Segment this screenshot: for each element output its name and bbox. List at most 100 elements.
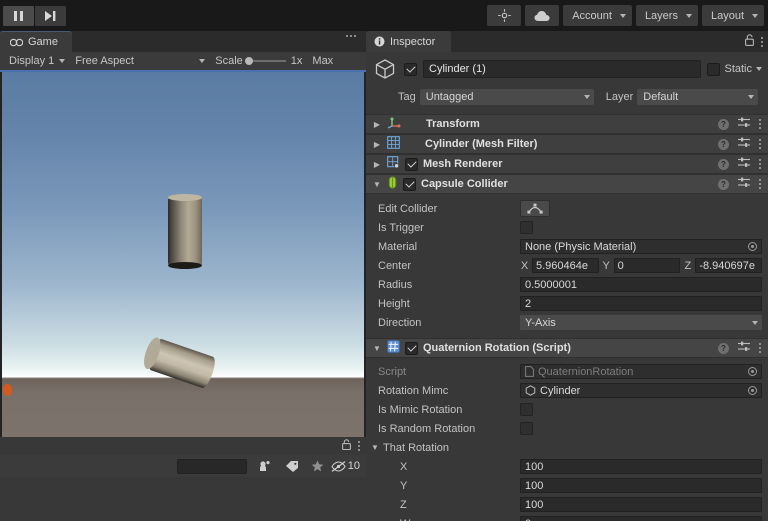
preset-icon[interactable] <box>738 137 750 151</box>
aspect-dropdown[interactable]: Free Aspect <box>70 53 210 69</box>
component-enabled-checkbox-quaternion-rotation[interactable] <box>405 341 418 355</box>
game-panel-menu-button[interactable] <box>346 35 360 37</box>
script-icon <box>387 340 400 356</box>
center-x-input[interactable]: 5.960464e <box>532 258 599 273</box>
preset-icon[interactable] <box>738 341 750 355</box>
maximize-on-play-button[interactable]: Max <box>307 53 338 69</box>
component-actions: ? <box>718 157 768 171</box>
component-menu-button[interactable] <box>759 179 761 189</box>
tag-layer-row: Tag Untagged Layer Default <box>366 86 768 108</box>
game-bottom-field[interactable] <box>176 458 247 474</box>
rotation-y-input[interactable]: 100 <box>520 478 762 493</box>
help-icon[interactable]: ? <box>718 138 729 150</box>
main-toolbar: Account Layers Layout <box>0 0 768 31</box>
script-value: QuaternionRotation <box>538 365 634 378</box>
help-icon[interactable]: ? <box>718 158 729 170</box>
game-viewport[interactable] <box>0 72 366 437</box>
rotation-z-label: Z <box>400 498 407 511</box>
is-trigger-checkbox[interactable] <box>520 221 533 234</box>
component-menu-button[interactable] <box>759 139 761 149</box>
gameobject-icon <box>525 385 536 396</box>
component-header-mesh-filter[interactable]: ▶ Cylinder (Mesh Filter) ? <box>366 134 768 154</box>
audio-icon[interactable] <box>253 457 279 475</box>
radius-input[interactable]: 0.5000001 <box>520 277 762 292</box>
tab-game[interactable]: Game <box>0 31 72 52</box>
prop-that-rotation-foldout[interactable]: ▼ That Rotation <box>366 438 768 457</box>
object-picker-icon <box>748 367 757 376</box>
component-name-quaternion-rotation: Quaternion Rotation (Script) <box>423 342 571 354</box>
object-picker-icon[interactable] <box>748 242 757 251</box>
component-menu-button[interactable] <box>759 119 761 129</box>
preset-icon[interactable] <box>738 177 750 191</box>
component-menu-button[interactable] <box>759 159 761 169</box>
rotation-x-label: X <box>400 460 408 473</box>
static-control[interactable]: Static <box>707 62 762 76</box>
rotation-mimc-object-field[interactable]: Cylinder <box>520 383 762 398</box>
help-icon[interactable]: ? <box>718 178 729 190</box>
scale-slider[interactable]: Scale 1x <box>210 53 307 69</box>
component-enabled-checkbox-capsule-collider[interactable] <box>403 177 416 191</box>
component-header-quaternion-rotation[interactable]: ▼ Quaternion Rotation (Script) ? <box>366 338 768 358</box>
chevron-right-icon[interactable]: ▶ <box>372 160 382 169</box>
chevron-down-icon <box>619 13 626 18</box>
object-picker-icon[interactable] <box>748 386 757 395</box>
chevron-down-icon[interactable]: ▼ <box>372 180 382 189</box>
lock-icon[interactable] <box>745 34 754 49</box>
tag-icon[interactable] <box>279 457 305 475</box>
chevron-down-icon[interactable]: ▼ <box>370 443 380 452</box>
radius-value: 0.5000001 <box>525 278 577 291</box>
game-view-options-button[interactable] <box>358 441 360 451</box>
layout-dropdown[interactable]: Layout <box>701 5 764 26</box>
height-value: 2 <box>525 297 532 310</box>
component-header-mesh-renderer[interactable]: ▶ Mesh Renderer ? <box>366 154 768 174</box>
scale-knob[interactable] <box>244 57 253 65</box>
pause-button[interactable] <box>3 5 34 26</box>
chevron-down-icon[interactable]: ▼ <box>372 344 382 353</box>
component-menu-button[interactable] <box>759 343 761 353</box>
chevron-down-icon[interactable] <box>756 67 762 71</box>
light-settings-icon[interactable] <box>487 5 522 26</box>
account-dropdown[interactable]: Account <box>563 5 632 26</box>
is-mimic-rotation-checkbox[interactable] <box>520 403 533 416</box>
cloud-icon[interactable] <box>525 5 560 26</box>
help-icon[interactable]: ? <box>718 118 729 130</box>
static-checkbox[interactable] <box>707 62 721 76</box>
prop-rotation-y: Y 100 <box>366 476 768 495</box>
center-y-input[interactable]: 0 <box>613 258 681 273</box>
preset-icon[interactable] <box>738 117 750 131</box>
gameobject-name-input[interactable]: Cylinder (1) <box>423 60 702 78</box>
inspector-menu-button[interactable] <box>761 36 763 47</box>
chevron-down-icon <box>685 13 692 18</box>
layers-dropdown[interactable]: Layers <box>635 5 698 26</box>
component-enabled-checkbox-mesh-renderer[interactable] <box>405 157 418 171</box>
help-icon[interactable]: ? <box>718 342 729 354</box>
chevron-right-icon[interactable]: ▶ <box>372 120 382 129</box>
step-button[interactable] <box>35 5 66 26</box>
component-header-transform[interactable]: ▶ Transform ? <box>366 114 768 134</box>
tag-dropdown[interactable]: Untagged <box>419 89 594 105</box>
that-rotation-label: That Rotation <box>383 441 450 454</box>
display-dropdown[interactable]: Display 1 <box>4 53 70 69</box>
height-input[interactable]: 2 <box>520 296 762 311</box>
component-header-capsule-collider[interactable]: ▼ Capsule Collider ? <box>366 174 768 194</box>
lock-icon[interactable] <box>342 439 351 453</box>
edit-collider-button[interactable] <box>520 200 550 217</box>
rotation-z-value: 100 <box>525 498 544 511</box>
star-icon[interactable] <box>305 457 331 475</box>
tab-inspector[interactable]: Inspector <box>366 31 452 52</box>
rotation-w-input[interactable]: 0 <box>520 516 762 521</box>
is-random-rotation-checkbox[interactable] <box>520 422 533 435</box>
center-z-input[interactable]: -8.940697e <box>695 258 763 273</box>
scale-track[interactable] <box>244 57 286 65</box>
rotation-x-input[interactable]: 100 <box>520 459 762 474</box>
layer-dropdown[interactable]: Default <box>637 89 758 105</box>
direction-dropdown[interactable]: Y-Axis <box>520 315 762 330</box>
hidden-objects-counter[interactable]: 10 <box>331 460 364 472</box>
rotation-z-input[interactable]: 100 <box>520 497 762 512</box>
preset-icon[interactable] <box>738 157 750 171</box>
gameobject-enabled-checkbox[interactable] <box>404 62 417 76</box>
prop-rotation-w: W 0 <box>366 514 768 521</box>
chevron-right-icon[interactable]: ▶ <box>372 140 382 149</box>
material-object-field[interactable]: None (Physic Material) <box>520 239 762 254</box>
rotation-w-label: W <box>378 518 520 521</box>
